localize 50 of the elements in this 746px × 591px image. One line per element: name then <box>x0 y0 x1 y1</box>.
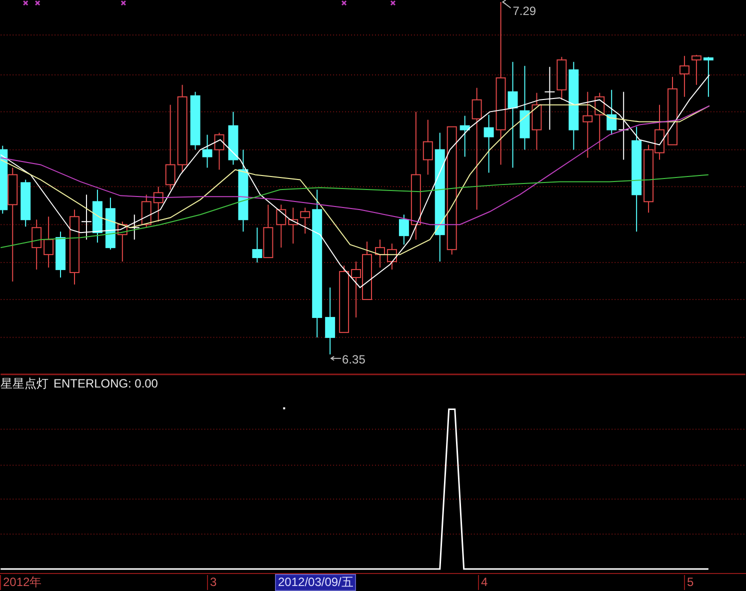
candlestick <box>92 189 102 244</box>
candlestick <box>582 91 593 158</box>
cross-marker-icon <box>342 0 347 6</box>
axis-label: 4 <box>478 575 490 590</box>
axis-label: 3 <box>207 575 219 590</box>
candlestick <box>351 261 362 318</box>
candlestick <box>668 76 678 146</box>
candlestick <box>654 104 664 160</box>
indicator-name: 星星点灯 <box>0 376 49 390</box>
candlestick <box>594 92 605 150</box>
candlestick <box>56 231 66 278</box>
axis-label: 2012年 <box>0 575 44 590</box>
leader-line <box>502 0 512 8</box>
candlestick <box>484 114 494 174</box>
candlestick <box>44 216 54 268</box>
candlestick <box>141 194 152 228</box>
candlestick <box>422 119 433 176</box>
candlestick <box>532 92 542 150</box>
candlestick <box>288 207 298 244</box>
candlestick <box>32 219 42 270</box>
candlestick <box>644 144 654 214</box>
candlestick <box>703 56 714 98</box>
candlestick <box>300 207 310 234</box>
candlestick <box>276 204 286 248</box>
candlestick <box>202 134 212 168</box>
indicator-reading: ENTERLONG: 0.00 <box>54 376 158 390</box>
candlestick <box>386 243 397 270</box>
candlestick <box>105 197 116 250</box>
candlestick <box>679 55 690 98</box>
candlestick <box>339 265 350 333</box>
candlestick <box>691 54 702 86</box>
candlestick <box>214 132 224 170</box>
leader-line <box>330 356 342 361</box>
candlestick <box>375 239 385 268</box>
cross-marker-icon <box>35 0 40 6</box>
axis-label: 5 <box>684 575 696 590</box>
candlestick <box>153 186 164 222</box>
cursor-date-label: 2012/03/09/五 <box>275 574 356 591</box>
candlestick <box>362 241 372 300</box>
price-label: 6.35 <box>342 352 366 366</box>
cross-marker-icon <box>390 0 396 6</box>
candlestick <box>20 179 31 228</box>
candlestick <box>460 115 470 158</box>
price-label: 7.29 <box>512 4 536 18</box>
candlestick <box>325 287 336 355</box>
cross-marker-icon <box>23 0 28 6</box>
candlestick <box>190 91 200 150</box>
cross-marker-icon <box>120 0 126 6</box>
candlestick <box>398 214 409 246</box>
candlestick <box>81 194 92 240</box>
